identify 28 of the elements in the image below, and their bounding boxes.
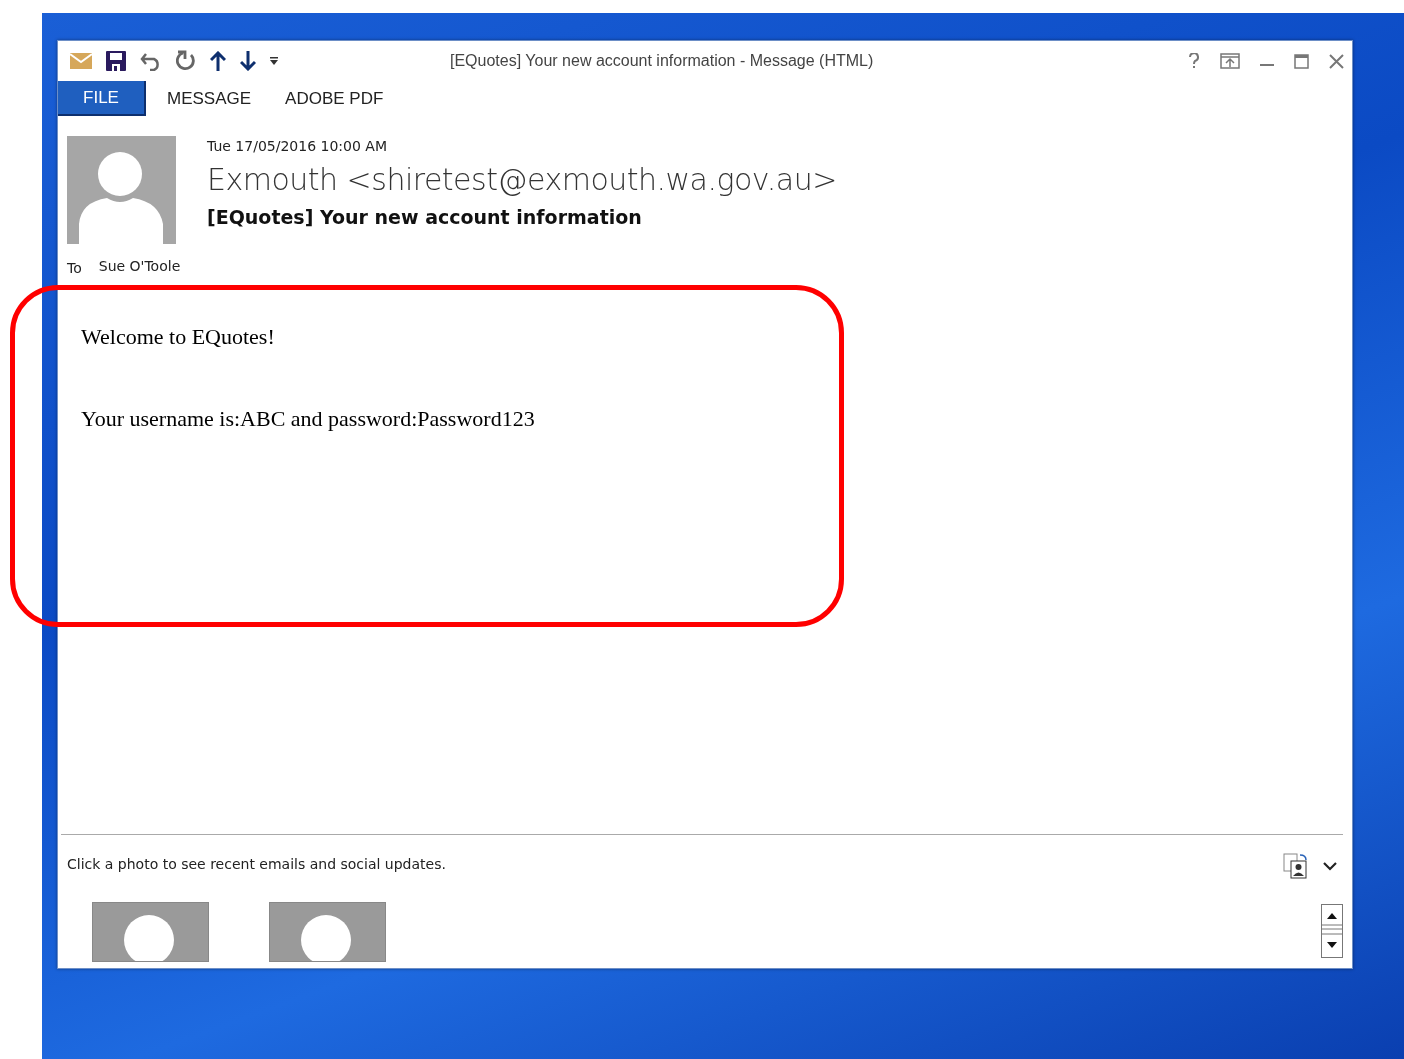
chevron-down-icon[interactable]: [1323, 861, 1337, 871]
redo-icon[interactable]: [176, 50, 196, 72]
ribbon-tab[interactable]: MESSAGE: [150, 81, 269, 116]
avatar-icon: [67, 136, 176, 244]
help-icon[interactable]: [1188, 53, 1200, 69]
maximize-icon[interactable]: [1294, 53, 1309, 69]
customize-icon[interactable]: [270, 57, 278, 65]
up-arrow-icon[interactable]: [210, 51, 226, 71]
ribbon-tab[interactable]: ADOBE PDF: [268, 81, 401, 116]
message-paragraph: Welcome to EQuotes!: [81, 324, 276, 350]
sent-date: Tue 17/05/2016 10:00 AM: [207, 138, 388, 154]
scroll-control[interactable]: [1321, 904, 1343, 958]
sender-name[interactable]: Exmouth <shiretest@exmouth.wa.gov.au>: [207, 162, 837, 197]
contact-photo[interactable]: [92, 902, 209, 962]
save-icon[interactable]: [106, 51, 126, 71]
contact-card-icon[interactable]: [1283, 853, 1309, 879]
message-subject: [EQuotes] Your new account information: [207, 206, 643, 228]
ribbon-display-icon[interactable]: [1220, 53, 1240, 69]
ribbon-tab[interactable]: FILE: [58, 81, 146, 116]
contact-photo[interactable]: [269, 902, 386, 962]
undo-icon[interactable]: [140, 51, 162, 71]
people-pane-hint: Click a photo to see recent emails and social updates.: [67, 856, 446, 872]
to-label: To: [67, 259, 82, 276]
window-title: [EQuotes] Your new account information - Message (HTML): [450, 52, 875, 70]
message-paragraph: Your username is:ABC and password:Password123: [81, 406, 536, 432]
recipient-name[interactable]: Sue O'Toole: [98, 258, 181, 276]
close-icon[interactable]: [1329, 53, 1344, 69]
down-arrow-icon[interactable]: [240, 51, 256, 71]
